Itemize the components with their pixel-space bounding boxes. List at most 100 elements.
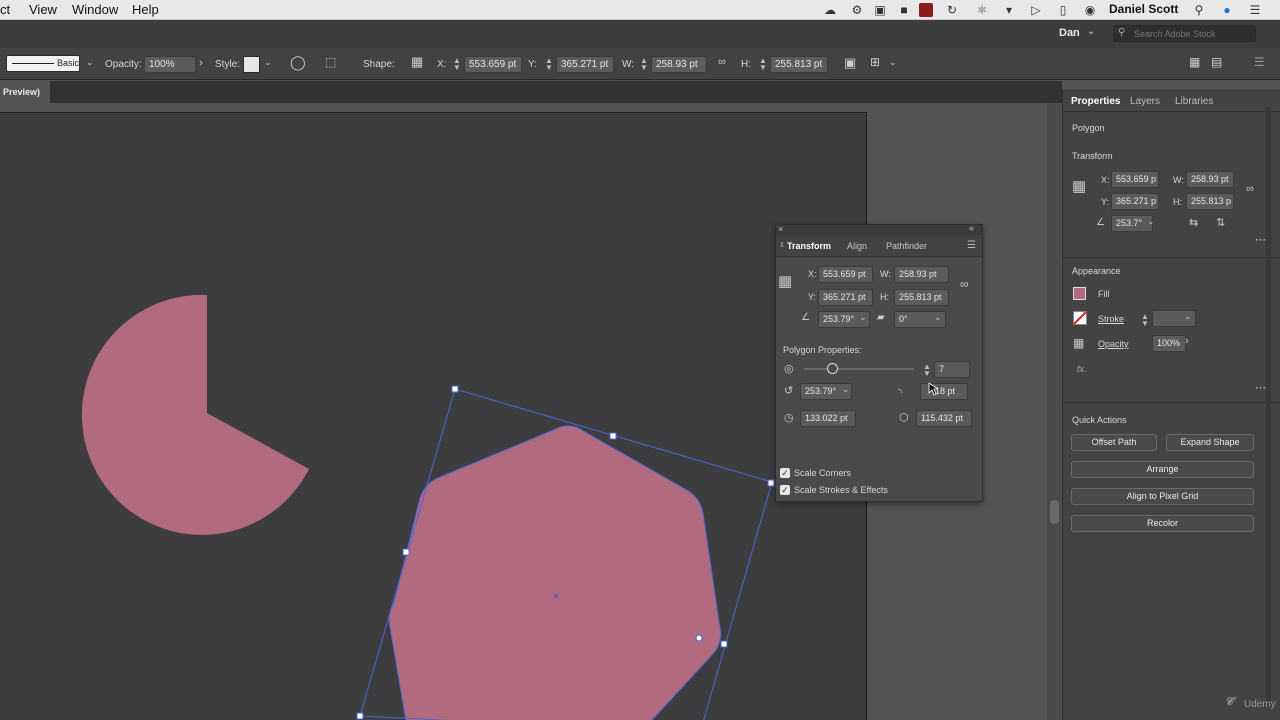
expand-shape-button[interactable]: Expand Shape [1166, 434, 1254, 451]
h-field[interactable]: 255.813 pt [770, 56, 828, 73]
tab-libraries[interactable]: Libraries [1175, 96, 1213, 107]
opacity-field[interactable]: 100% [1152, 335, 1186, 352]
opacity-field[interactable]: 100% [144, 56, 196, 73]
polygon-shape[interactable] [388, 425, 722, 720]
align-options-icon[interactable]: ⬚ [325, 55, 336, 69]
menu-item-object[interactable]: ct [0, 2, 10, 17]
corner-type-icon[interactable]: ◝ [898, 387, 902, 399]
opacity-label[interactable]: Opacity [1098, 339, 1129, 349]
scale-corners-checkbox[interactable]: ✓ [780, 468, 790, 478]
isolate-icon[interactable]: ⊞ [870, 55, 880, 69]
panel-menu-icon[interactable]: ☰ [967, 240, 976, 251]
siri-icon[interactable]: ● [1220, 3, 1234, 17]
effects-icon[interactable]: fx. [1077, 364, 1087, 374]
sides-stepper[interactable]: ▲ ▼ [923, 363, 931, 378]
stroke-none-icon[interactable] [1073, 311, 1087, 325]
close-icon[interactable]: × [778, 224, 783, 234]
vertical-scrollbar[interactable] [1047, 103, 1061, 720]
chevron-down-icon[interactable]: ⌄ [1087, 26, 1095, 37]
chevron-down-icon[interactable]: ⌄ [1147, 216, 1155, 227]
chevron-right-icon[interactable]: › [1185, 335, 1189, 347]
tab-layers[interactable]: Layers [1130, 96, 1160, 107]
bbox-handle[interactable] [356, 712, 364, 720]
bluetooth-icon[interactable]: ✱ [975, 3, 989, 17]
stroke-weight-stepper[interactable]: ▲ ▼ [1141, 313, 1149, 328]
app-icon[interactable]: ■ [897, 3, 911, 17]
w-field[interactable]: 258.93 pt [1186, 171, 1234, 188]
flip-vertical-icon[interactable]: ⇅ [1216, 217, 1225, 229]
recolor-artwork-icon[interactable]: ◯ [290, 54, 306, 71]
x-field[interactable]: 553.659 pt [818, 266, 873, 283]
bbox-handle[interactable] [767, 479, 775, 487]
stock-search-box[interactable]: ⚲ [1113, 25, 1256, 42]
bbox-handle[interactable] [451, 385, 459, 393]
transform-icon[interactable]: ▣ [844, 55, 856, 71]
align-to-pixel-grid-button[interactable]: Align to Pixel Grid [1071, 488, 1254, 505]
reference-point-icon[interactable]: ▦ [411, 54, 423, 70]
chevron-down-icon[interactable]: ⌄ [842, 384, 850, 395]
stroke-style-picker[interactable]: Basic [6, 55, 80, 72]
display-icon[interactable]: ▣ [873, 3, 887, 17]
side-length-field[interactable]: 115.432 pt [916, 410, 972, 427]
y-stepper[interactable]: ▲ ▼ [545, 57, 553, 72]
workspace-switcher-icon[interactable]: ▤ [1211, 55, 1222, 69]
chevron-down-icon[interactable]: ⌄ [889, 57, 897, 68]
arrange-button[interactable]: Arrange [1071, 461, 1254, 478]
panel-scrollbar[interactable] [1266, 107, 1271, 707]
reference-point-icon[interactable]: ▦ [778, 274, 792, 289]
chevron-down-icon[interactable]: ⌄ [934, 312, 942, 323]
bbox-handle[interactable] [720, 640, 728, 648]
chevron-down-icon[interactable]: ⌄ [1184, 311, 1192, 322]
h-stepper[interactable]: ▲ ▼ [759, 57, 767, 72]
y-field[interactable]: 365.271 pt [818, 289, 873, 306]
y-field[interactable]: 365.271 pt [556, 56, 614, 73]
panel-header[interactable]: × « [776, 223, 982, 235]
y-field[interactable]: 365.271 p [1111, 193, 1159, 210]
chevron-down-icon[interactable]: ⌄ [264, 57, 272, 68]
corner-widget[interactable] [695, 634, 703, 642]
constrain-proportions-icon[interactable]: ∞ [960, 278, 969, 290]
battery-icon[interactable]: ▯ [1056, 3, 1070, 17]
x-field[interactable]: 553.659 pt [464, 56, 522, 73]
search-input[interactable] [1134, 27, 1252, 40]
tab-properties[interactable]: Properties [1071, 96, 1120, 107]
chevron-right-icon[interactable]: › [199, 57, 203, 69]
h-field[interactable]: 255.813 p [1186, 193, 1234, 210]
pie-shape[interactable] [81, 294, 309, 535]
more-options-icon[interactable]: ⋯ [1255, 381, 1266, 394]
expand-icon[interactable]: ⇕ [779, 241, 785, 249]
record-icon[interactable] [919, 3, 933, 17]
tab-transform[interactable]: Transform [787, 241, 831, 251]
constrain-proportions-icon[interactable]: ∞ [718, 56, 726, 68]
menu-item-view[interactable]: View [29, 2, 57, 17]
constrain-proportions-icon[interactable]: ∞ [1246, 183, 1254, 195]
fill-swatch[interactable] [1073, 287, 1086, 300]
w-stepper[interactable]: ▲ ▼ [640, 57, 648, 72]
more-options-icon[interactable]: ⋯ [1255, 233, 1266, 246]
menu-item-help[interactable]: Help [132, 2, 159, 17]
volume-icon[interactable]: ▷ [1029, 3, 1043, 17]
time-machine-icon[interactable]: ↻ [945, 3, 959, 17]
notification-center-icon[interactable]: ☰ [1248, 3, 1262, 17]
tab-pathfinder[interactable]: Pathfinder [886, 241, 927, 251]
sides-field[interactable]: 7 [934, 361, 970, 378]
workspace-user[interactable]: Dan [1059, 27, 1080, 39]
x-field[interactable]: 553.659 p [1111, 171, 1159, 188]
creative-cloud-icon[interactable]: ☁ [823, 3, 837, 17]
bbox-handle[interactable] [609, 432, 617, 440]
chevron-down-icon[interactable]: ⌄ [859, 312, 867, 323]
scale-strokes-checkbox[interactable]: ✓ [780, 485, 790, 495]
flip-horizontal-icon[interactable]: ⇆ [1189, 217, 1198, 229]
user-switch-icon[interactable]: ◉ [1083, 3, 1097, 17]
scrollbar-thumb[interactable] [1050, 500, 1059, 524]
settings-icon[interactable]: ⚙ [850, 3, 864, 17]
graphic-style-swatch[interactable] [243, 56, 260, 73]
document-tab[interactable]: Preview) [0, 81, 50, 103]
h-field[interactable]: 255.813 pt [894, 289, 949, 306]
menu-user-name[interactable]: Daniel Scott [1109, 2, 1178, 16]
chevron-down-icon[interactable]: ⌄ [86, 57, 94, 68]
x-stepper[interactable]: ▲ ▼ [453, 57, 461, 72]
sides-slider-track[interactable] [804, 368, 914, 370]
collapse-icon[interactable]: « [969, 223, 974, 233]
tab-align[interactable]: Align [847, 241, 867, 251]
